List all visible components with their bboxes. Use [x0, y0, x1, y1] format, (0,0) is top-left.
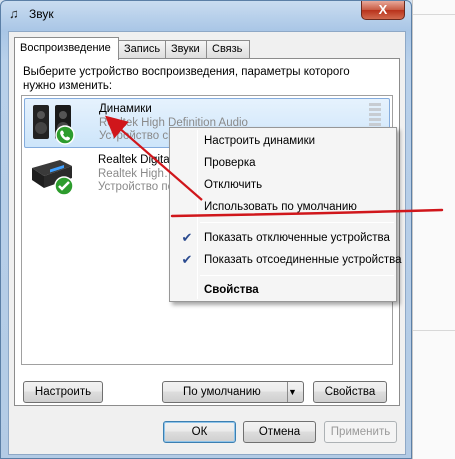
tab-sounds[interactable]: Звуки [165, 40, 207, 59]
device-name: Динамики [99, 103, 152, 115]
title-bar[interactable]: ♫ Звук X [1, 1, 411, 27]
menu-item-test[interactable]: Проверка [172, 152, 394, 174]
menu-item-properties[interactable]: Свойства [172, 279, 394, 301]
tab-recording[interactable]: Запись [118, 40, 166, 59]
tab-playback[interactable]: Воспроизведение [14, 37, 119, 60]
menu-item-disable[interactable]: Отключить [172, 174, 394, 196]
background-window-edge [412, 0, 455, 459]
default-phone-badge-icon [55, 125, 75, 145]
device-driver: Realtek High… [98, 168, 176, 180]
tab-communications[interactable]: Связь [206, 40, 250, 59]
checkmark-icon: ✔ [181, 230, 193, 245]
checkmark-icon: ✔ [181, 252, 193, 267]
check-badge-icon [54, 176, 74, 196]
set-default-label: По умолчанию [183, 386, 261, 398]
menu-separator [200, 275, 394, 276]
window-title: Звук [29, 7, 54, 21]
ok-button[interactable]: ОК [163, 421, 236, 443]
menu-item-label: Показать отключенные устройства [204, 232, 390, 244]
dropdown-arrow-icon[interactable]: ▼ [287, 382, 303, 402]
configure-button[interactable]: Настроить [23, 381, 103, 403]
menu-item-label: Показать отсоединенные устройства [204, 254, 402, 266]
context-menu: Настроить динамики Проверка Отключить Ис… [169, 127, 402, 302]
set-default-split-button[interactable]: По умолчанию ▼ [162, 381, 304, 403]
cancel-button[interactable]: Отмена [243, 421, 316, 443]
apply-button: Применить [324, 421, 397, 443]
menu-item-configure-speakers[interactable]: Настроить динамики [172, 130, 394, 152]
device-name: Realtek Digital [98, 154, 173, 166]
properties-button[interactable]: Свойства [313, 381, 387, 403]
menu-item-show-disabled-devices[interactable]: ✔ Показать отключенные устройства [172, 227, 394, 249]
menu-item-set-as-default[interactable]: Использовать по умолчанию [172, 196, 394, 218]
close-button[interactable]: X [361, 1, 405, 20]
instructions-text: Выберите устройство воспроизведения, пар… [23, 66, 350, 92]
menu-item-show-disconnected-devices[interactable]: ✔ Показать отсоединенные устройства [172, 249, 402, 271]
menu-separator [200, 222, 394, 223]
speaker-icon: ♫ [9, 6, 19, 21]
